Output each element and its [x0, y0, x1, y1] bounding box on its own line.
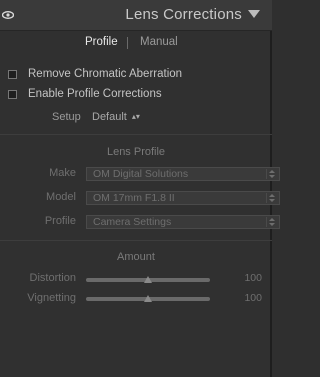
- lens-corrections-panel: Lens Corrections Profile Manual Remove C…: [0, 0, 280, 377]
- tab-separator: [127, 37, 128, 49]
- vignetting-value[interactable]: 100: [232, 292, 262, 304]
- remove-chromatic-aberration-checkbox[interactable]: [8, 70, 17, 79]
- vignetting-slider-thumb[interactable]: [144, 295, 152, 302]
- panel-title: Lens Corrections: [125, 6, 242, 23]
- distortion-label: Distortion: [29, 272, 76, 284]
- vignetting-label: Vignetting: [27, 292, 76, 304]
- triangle-down-icon[interactable]: [248, 10, 260, 18]
- lens-profile-title: Lens Profile: [106, 146, 166, 158]
- divider: [0, 240, 272, 241]
- panel-header[interactable]: Lens Corrections: [0, 0, 272, 31]
- profile-select[interactable]: Camera Settings: [86, 215, 280, 229]
- distortion-slider-thumb[interactable]: [144, 276, 152, 283]
- divider: [0, 134, 272, 135]
- mode-tabs: Profile Manual: [0, 36, 272, 52]
- vignetting-slider-track[interactable]: [86, 295, 210, 302]
- setup-dropdown[interactable]: Default ▴▾: [92, 111, 140, 123]
- enable-profile-corrections-row[interactable]: Enable Profile Corrections: [8, 88, 268, 102]
- setup-value: Default: [92, 111, 127, 123]
- make-select[interactable]: OM Digital Solutions: [86, 167, 280, 181]
- amount-title: Amount: [117, 251, 155, 263]
- select-arrows-icon: [266, 217, 275, 227]
- model-label: Model: [46, 191, 76, 203]
- eye-icon[interactable]: [2, 9, 14, 21]
- setup-label: Setup: [52, 111, 81, 123]
- tab-profile[interactable]: Profile: [85, 36, 118, 48]
- enable-profile-corrections-checkbox[interactable]: [8, 90, 17, 99]
- up-down-arrows-icon: ▴▾: [131, 112, 140, 121]
- distortion-value[interactable]: 100: [232, 272, 262, 284]
- select-arrows-icon: [266, 193, 275, 203]
- profile-value: Camera Settings: [93, 216, 172, 228]
- profile-label: Profile: [44, 215, 76, 227]
- remove-chromatic-aberration-row[interactable]: Remove Chromatic Aberration: [8, 68, 268, 82]
- make-label: Make: [49, 167, 76, 179]
- tab-manual[interactable]: Manual: [140, 36, 178, 48]
- model-value: OM 17mm F1.8 II: [93, 192, 175, 204]
- enable-profile-corrections-label: Enable Profile Corrections: [28, 88, 162, 100]
- select-arrows-icon: [266, 169, 275, 179]
- distortion-slider-track[interactable]: [86, 276, 210, 283]
- make-value: OM Digital Solutions: [93, 168, 189, 180]
- model-select[interactable]: OM 17mm F1.8 II: [86, 191, 280, 205]
- remove-chromatic-aberration-label: Remove Chromatic Aberration: [28, 68, 183, 80]
